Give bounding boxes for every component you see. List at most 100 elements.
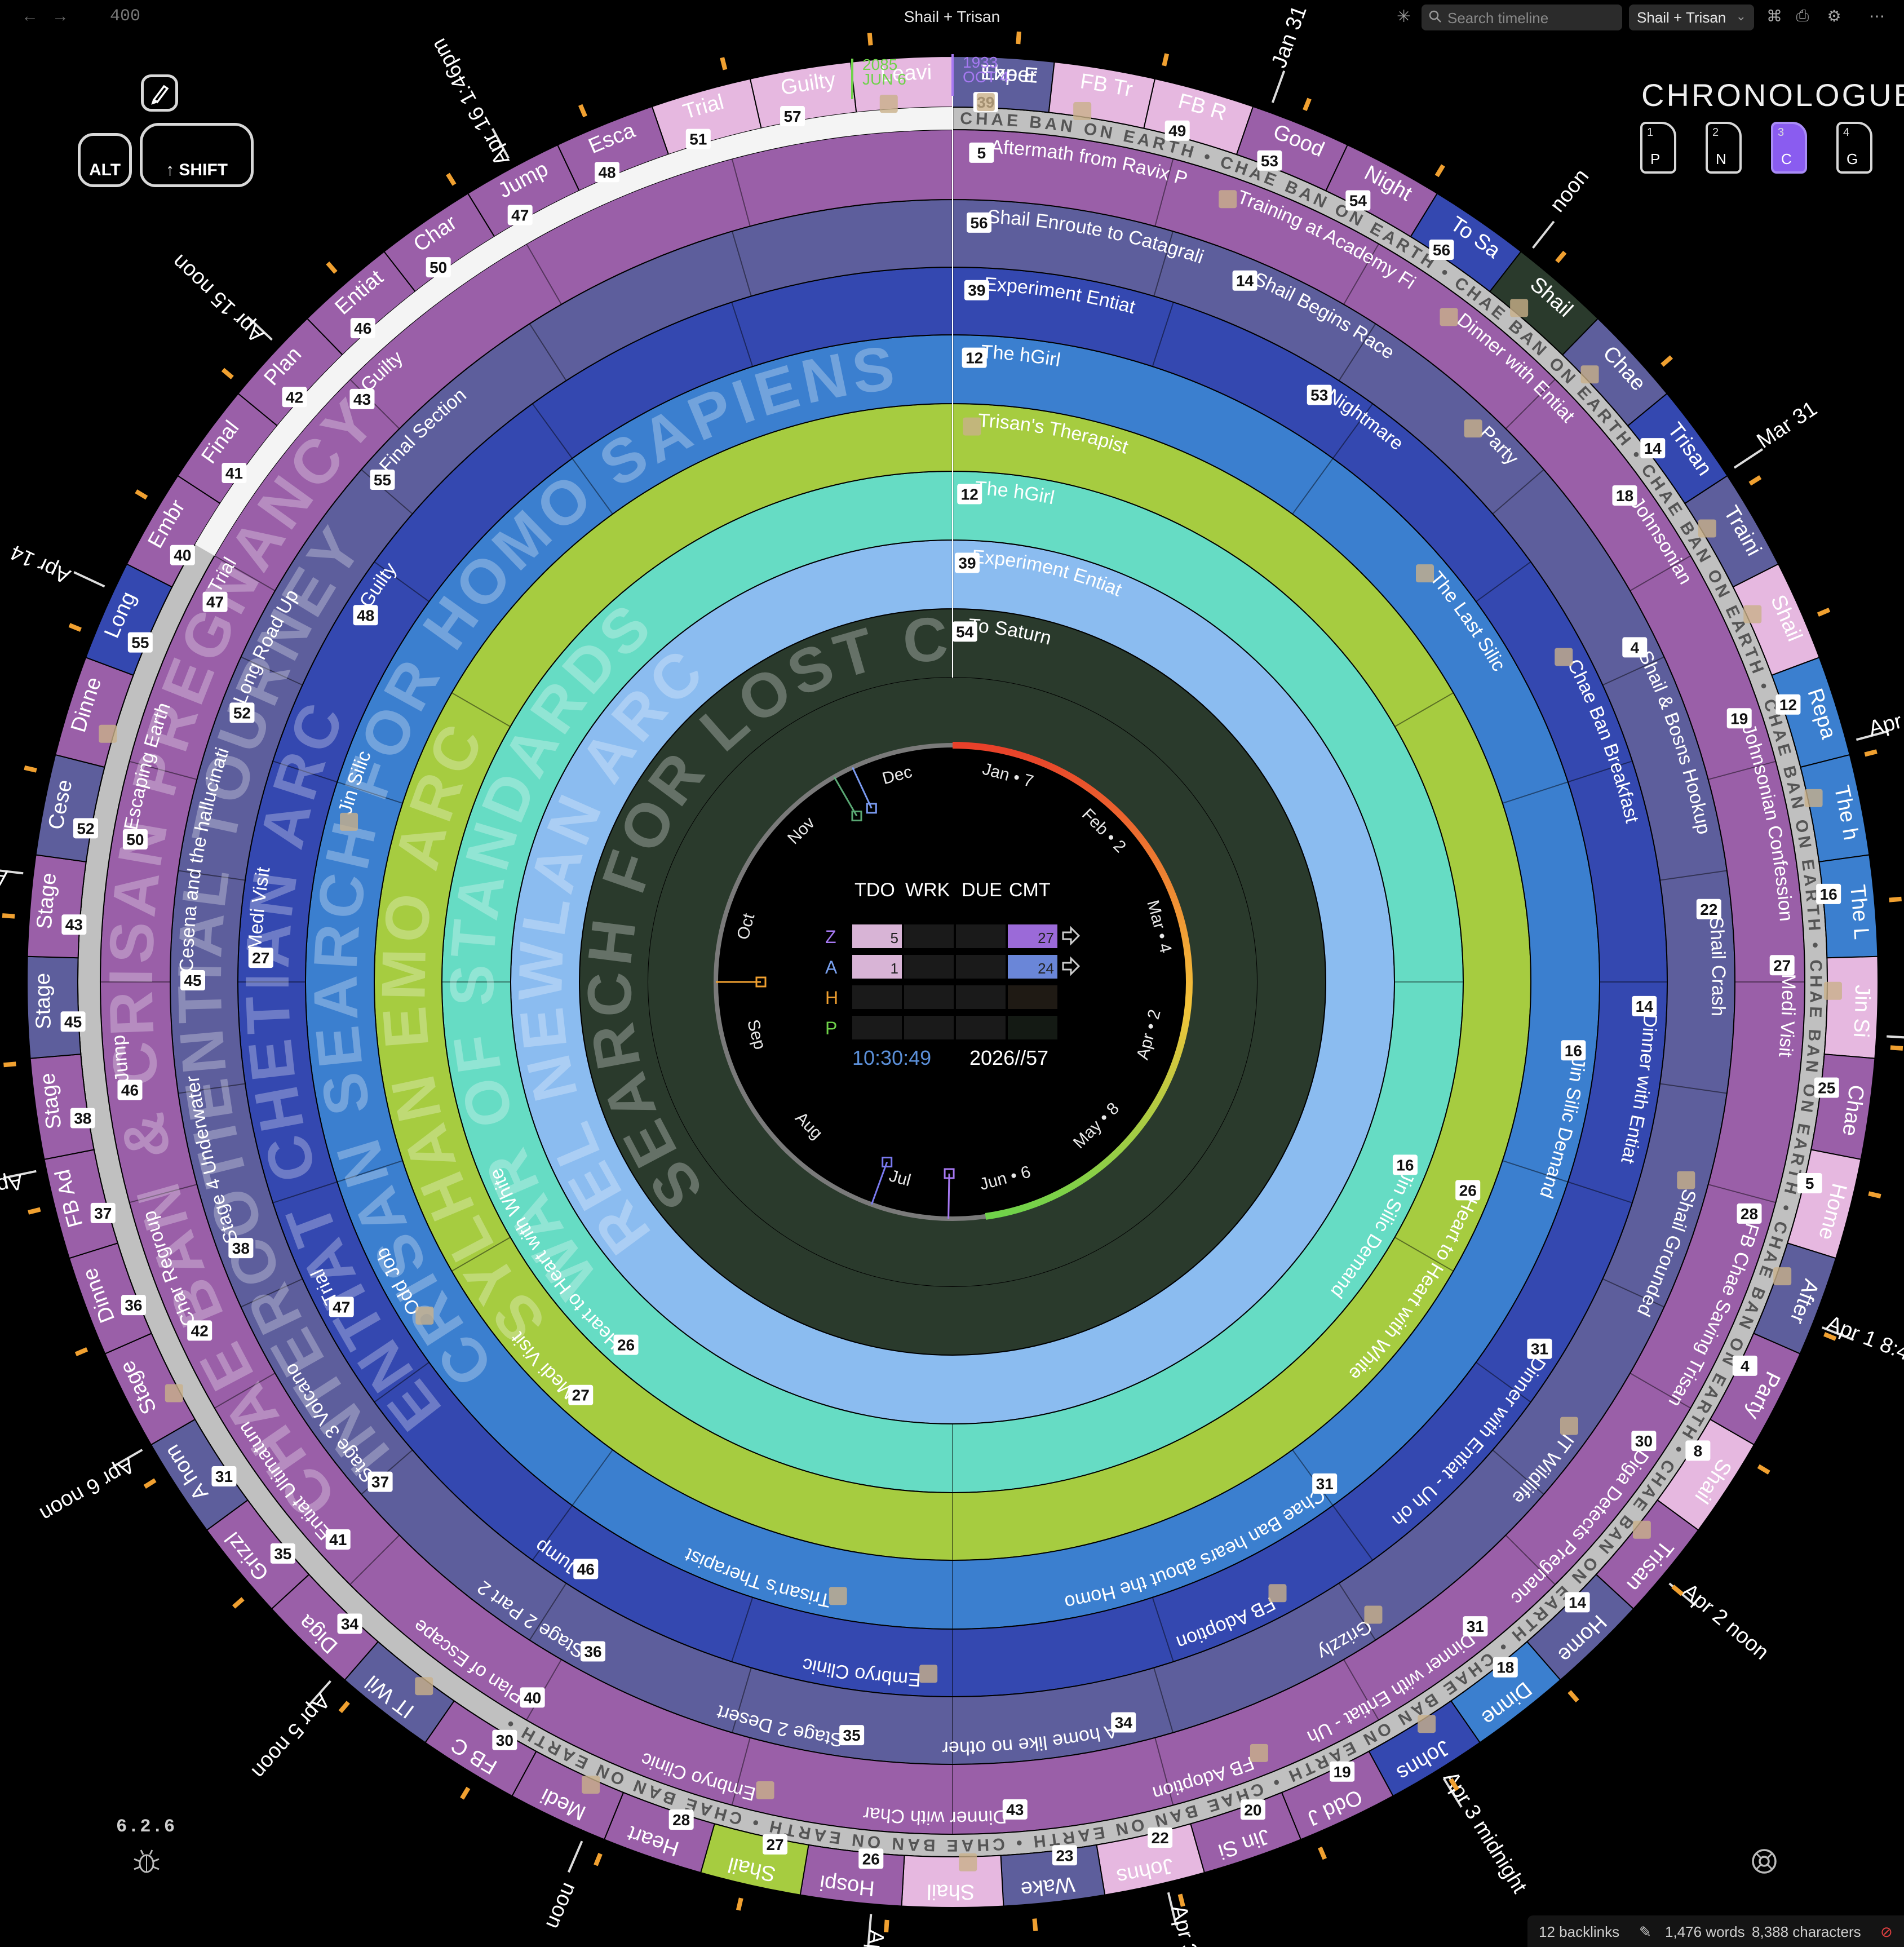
chapter-badge-number: 54: [1349, 192, 1367, 209]
scene-label[interactable]: Final Se: [0, 0, 247, 468]
note-marker[interactable]: [415, 1677, 433, 1696]
chapter-badge-number: 31: [1531, 1340, 1548, 1358]
note-marker[interactable]: [1364, 1605, 1383, 1624]
time-label: Apr 6 noon: [36, 1453, 138, 1526]
note-marker[interactable]: [1555, 648, 1573, 666]
note-marker[interactable]: [165, 1384, 183, 1402]
chapter-badge-number: 37: [371, 1473, 389, 1491]
backlinks-count[interactable]: 12 backlinks: [1539, 1923, 1619, 1941]
stat-cell[interactable]: [852, 985, 902, 1009]
scene-label[interactable]: Cesen: [0, 0, 77, 831]
note-marker[interactable]: [1073, 102, 1092, 121]
stat-cell[interactable]: [956, 924, 1006, 948]
scene-label[interactable]: Medi Visit: [1774, 974, 1799, 1059]
note-marker[interactable]: [1677, 1171, 1695, 1189]
stat-cell[interactable]: 1: [852, 955, 902, 979]
bug-icon[interactable]: [132, 1847, 161, 1876]
note-marker[interactable]: [1773, 1267, 1792, 1286]
note-marker[interactable]: [1632, 1520, 1651, 1539]
note-marker[interactable]: [1440, 308, 1458, 326]
stat-cell[interactable]: [904, 985, 954, 1009]
stat-row-label: Z: [825, 927, 836, 947]
chapter-badge-number: 37: [94, 1205, 112, 1222]
note-marker[interactable]: [963, 417, 981, 436]
stat-cell[interactable]: [956, 985, 1006, 1009]
note-marker[interactable]: [1698, 519, 1716, 538]
chapter-badge-number: 27: [572, 1387, 590, 1404]
note-marker[interactable]: [1268, 1584, 1287, 1603]
chapter-badge-number: 28: [1741, 1205, 1758, 1223]
note-marker[interactable]: [1418, 1715, 1436, 1733]
minor-tick: [3, 1061, 16, 1068]
chapter-badge-number: 5: [1805, 1175, 1814, 1192]
chapter-badge-number: 4: [1741, 1357, 1750, 1375]
chapter-badge-number: 25: [1818, 1079, 1835, 1097]
chapter-badge-number: 53: [1310, 387, 1328, 404]
minor-tick: [1864, 749, 1878, 757]
note-marker[interactable]: [415, 1306, 434, 1325]
share-arrow-icon[interactable]: [1060, 955, 1082, 977]
chapter-badge-number: 26: [1459, 1182, 1477, 1199]
scene-label[interactable]: Shail Crash: [1705, 916, 1729, 1017]
stat-cell[interactable]: [1008, 985, 1057, 1009]
time-label: Apr 14: [7, 540, 74, 588]
note-marker[interactable]: [1416, 564, 1434, 583]
scene-label[interactable]: Escapin: [0, 0, 639, 158]
stat-cell[interactable]: [904, 1016, 954, 1039]
minor-tick: [1671, 1585, 1684, 1596]
chapter-badge-number: 40: [524, 1689, 541, 1706]
share-arrow-icon[interactable]: [1060, 924, 1082, 947]
chapter-badge-number: 31: [1316, 1475, 1334, 1493]
scene-label[interactable]: Jump: [108, 1034, 133, 1083]
stat-row-label: P: [825, 1018, 838, 1038]
note-marker[interactable]: [1250, 1744, 1268, 1762]
note-marker[interactable]: [1823, 981, 1842, 1000]
chapter-badge-number: 20: [1244, 1801, 1261, 1818]
chapter-badge-number: 23: [1056, 1847, 1073, 1864]
note-marker[interactable]: [1743, 605, 1762, 623]
stat-cell[interactable]: 27: [1008, 924, 1057, 948]
note-marker[interactable]: [1219, 190, 1237, 209]
note-marker[interactable]: [959, 1853, 977, 1871]
sync-off-icon[interactable]: ⊘: [1880, 1923, 1893, 1941]
note-marker[interactable]: [976, 93, 995, 112]
note-marker[interactable]: [1804, 789, 1823, 807]
minor-tick: [1303, 98, 1312, 111]
time-tick: [1733, 448, 1764, 469]
note-marker[interactable]: [99, 724, 117, 743]
scene-label[interactable]: Dinner: [0, 0, 107, 735]
stat-cell[interactable]: [904, 955, 954, 979]
lifebuoy-icon[interactable]: [1750, 1847, 1779, 1876]
chapter-badge-number: 30: [496, 1732, 513, 1749]
time-label: Apr 1 8:40pm: [1823, 1311, 1904, 1380]
scene-label[interactable]: Char R: [0, 0, 466, 256]
note-marker[interactable]: [1510, 299, 1529, 317]
note-marker[interactable]: [879, 95, 898, 113]
stat-cell[interactable]: [904, 924, 954, 948]
stat-cell[interactable]: [1008, 1016, 1057, 1039]
chapter-badge-number: 49: [1168, 122, 1186, 140]
stat-cell[interactable]: [852, 1016, 902, 1039]
note-marker[interactable]: [756, 1781, 774, 1799]
chapter-badge-number: 16: [1820, 886, 1837, 903]
scene-label[interactable]: Embryo: [0, 0, 190, 552]
note-marker[interactable]: [582, 1776, 600, 1794]
note-marker[interactable]: [1580, 365, 1599, 384]
minor-tick: [1757, 1464, 1770, 1475]
chapter-badge-number: 47: [206, 594, 224, 611]
stat-cell[interactable]: [956, 1016, 1006, 1039]
stat-cell[interactable]: 24: [1008, 955, 1057, 979]
note-marker[interactable]: [919, 1665, 938, 1683]
note-marker[interactable]: [1560, 1417, 1579, 1435]
stat-cell[interactable]: 5: [852, 924, 902, 948]
note-marker[interactable]: [1464, 419, 1482, 438]
stat-cell[interactable]: [956, 955, 1006, 979]
time-tick: [1532, 220, 1555, 249]
note-marker[interactable]: [829, 1587, 847, 1605]
chapter-badge-number: 27: [252, 949, 269, 967]
status-bar: 12 backlinks ✎ 1,476 words 8,388 charact…: [1527, 1915, 1904, 1947]
pencil-icon[interactable]: ✎: [1639, 1923, 1651, 1941]
chapter-badge-number: 34: [1115, 1714, 1133, 1731]
time-label: Apr 1 noon: [1866, 691, 1904, 741]
note-marker[interactable]: [340, 812, 358, 831]
